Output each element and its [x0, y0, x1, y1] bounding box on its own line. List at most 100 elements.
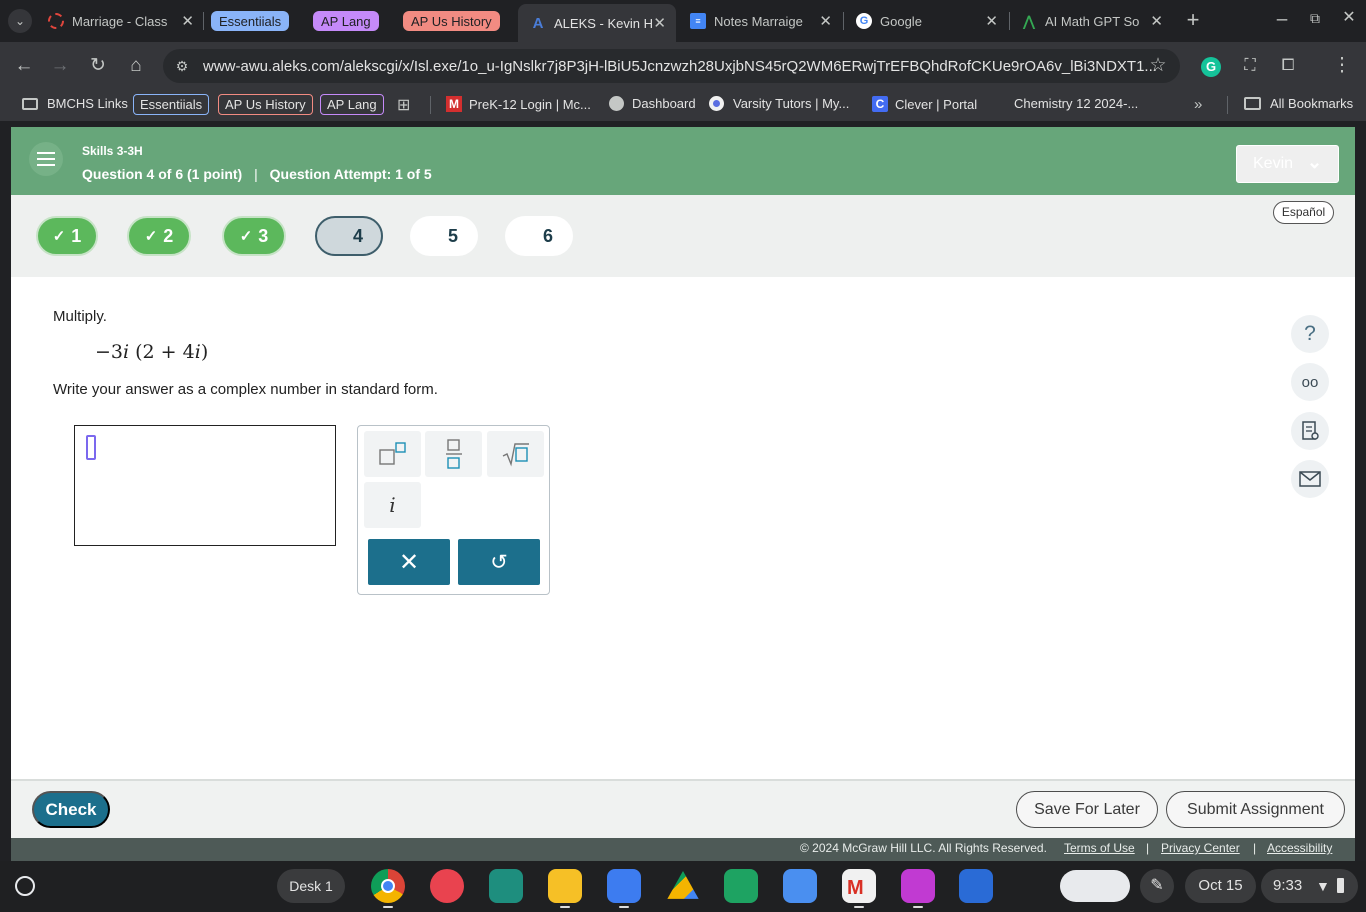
- bookmark-clever[interactable]: C Clever | Portal: [872, 96, 977, 112]
- bookmark-group-ap-us-history[interactable]: AP Us History: [218, 94, 313, 115]
- accessibility-link[interactable]: Accessibility: [1267, 841, 1332, 855]
- question-pill-3[interactable]: ✓ 3: [222, 216, 286, 256]
- apps-grid-icon[interactable]: ⊞: [397, 95, 410, 115]
- reload-icon[interactable]: ↻: [86, 54, 110, 78]
- imaginary-i-key[interactable]: i: [364, 482, 421, 528]
- more-bookmarks-icon[interactable]: »: [1194, 96, 1202, 113]
- exponent-key[interactable]: [364, 431, 421, 477]
- sheets-app-icon[interactable]: [724, 869, 758, 903]
- terms-link[interactable]: Terms of Use: [1064, 841, 1135, 855]
- tab-group-label: Essentiials: [219, 13, 282, 29]
- extension-icon[interactable]: ⛶: [1238, 54, 1262, 78]
- bookmark-folder-bmchs[interactable]: BMCHS Links: [22, 96, 128, 111]
- classroom-app-icon[interactable]: [489, 869, 523, 903]
- clear-button[interactable]: ✕: [368, 539, 450, 585]
- undo-button[interactable]: ↺: [458, 539, 540, 585]
- wifi-icon: ▼: [1316, 878, 1330, 894]
- tab-google[interactable]: G Google ✕: [856, 6, 1000, 36]
- menu-hamburger-icon[interactable]: [29, 142, 63, 176]
- check-button[interactable]: Check: [32, 791, 110, 828]
- extensions-puzzle-icon[interactable]: ⧠: [1276, 54, 1300, 78]
- attempt-info: Question Attempt: 1 of 5: [269, 166, 432, 182]
- browser-menu-icon[interactable]: ⋮: [1330, 54, 1354, 78]
- answer-input[interactable]: [74, 425, 336, 546]
- bookmark-group-essentials[interactable]: Essentiials: [133, 94, 210, 115]
- question-pill-5[interactable]: 5: [410, 216, 478, 256]
- bookmark-separator: [430, 96, 431, 114]
- home-icon[interactable]: ⌂: [124, 54, 148, 78]
- glasses-icon[interactable]: oo: [1291, 363, 1329, 401]
- message-icon[interactable]: [1291, 460, 1329, 498]
- fraction-key[interactable]: [425, 431, 482, 477]
- docs-app-icon[interactable]: [607, 869, 641, 903]
- tab-label: ALEKS - Kevin H: [554, 15, 653, 31]
- mcgraw-m-icon: M: [446, 96, 462, 112]
- tab-search-icon[interactable]: ⌄: [8, 9, 32, 33]
- textbook-svg: [1302, 421, 1319, 440]
- clever-icon: C: [872, 96, 888, 112]
- launcher-icon[interactable]: [15, 876, 35, 896]
- canvas-app-icon[interactable]: [430, 869, 464, 903]
- keep-app-icon[interactable]: [548, 869, 582, 903]
- sqrt-key[interactable]: [487, 431, 544, 477]
- tab-group-ap-us-history[interactable]: AP Us History: [403, 11, 500, 31]
- close-tab-icon[interactable]: ✕: [653, 14, 666, 32]
- back-icon[interactable]: ←: [12, 54, 36, 78]
- bookmark-group-ap-lang[interactable]: AP Lang: [320, 94, 384, 115]
- close-tab-icon[interactable]: ✕: [1150, 12, 1163, 30]
- check-icon: ✓: [239, 228, 253, 245]
- espanol-link[interactable]: Español: [1273, 201, 1334, 224]
- running-indicator: [383, 906, 393, 908]
- tab-marriage[interactable]: Marriage - Class ✕: [48, 6, 196, 36]
- chrome-app-icon[interactable]: [371, 869, 405, 903]
- restore-icon[interactable]: ⧉: [1303, 6, 1327, 30]
- close-tab-icon[interactable]: ✕: [819, 12, 832, 30]
- photo-app-icon[interactable]: [901, 869, 935, 903]
- desk-button[interactable]: Desk 1: [277, 869, 345, 903]
- app-icon[interactable]: [959, 869, 993, 903]
- bookmark-chemistry[interactable]: Chemistry 12 2024-...: [1014, 96, 1138, 111]
- ai-math-favicon-icon: ⋀: [1023, 12, 1035, 29]
- tab-label: AI Math GPT So: [1045, 13, 1140, 29]
- tab-aleks[interactable]: A ALEKS - Kevin H ✕: [518, 4, 676, 42]
- question-pill-1[interactable]: ✓ 1: [36, 216, 98, 256]
- close-window-icon[interactable]: ✕: [1337, 6, 1361, 30]
- close-tab-icon[interactable]: ✕: [181, 12, 194, 30]
- bookmark-prek12[interactable]: M PreK-12 Login | Mc...: [446, 96, 591, 112]
- grammarly-icon[interactable]: G: [1199, 54, 1223, 78]
- stylus-icon[interactable]: ✎: [1140, 869, 1174, 903]
- battery-icon: [1337, 878, 1344, 893]
- question-pill-2[interactable]: ✓ 2: [127, 216, 191, 256]
- bookmark-all-bookmarks[interactable]: All Bookmarks: [1244, 96, 1353, 111]
- tab-separator: [843, 12, 844, 30]
- privacy-link[interactable]: Privacy Center: [1161, 841, 1240, 855]
- question-pill-label: 6: [542, 225, 553, 246]
- bookmark-star-icon[interactable]: ☆: [1146, 54, 1170, 78]
- help-icon[interactable]: ?: [1291, 315, 1329, 353]
- tab-group-ap-lang[interactable]: AP Lang: [313, 11, 379, 31]
- new-tab-icon[interactable]: +: [1181, 8, 1205, 32]
- site-info-icon[interactable]: ⚙: [170, 54, 194, 78]
- status-tray[interactable]: 9:33 ▼: [1261, 869, 1358, 903]
- textbook-icon[interactable]: [1291, 412, 1329, 450]
- question-pill-4[interactable]: 4: [315, 216, 383, 256]
- minimize-icon[interactable]: –: [1270, 8, 1294, 32]
- question-pill-label: 5: [447, 225, 458, 246]
- gmail-app-icon[interactable]: M: [842, 869, 876, 903]
- tab-notes[interactable]: ≡ Notes Marraige ✕: [690, 6, 834, 36]
- files-app-icon[interactable]: [783, 869, 817, 903]
- tab-group-essentials[interactable]: Essentiials: [211, 11, 290, 31]
- question-pill-6[interactable]: 6: [505, 216, 573, 256]
- forward-icon[interactable]: →: [48, 54, 72, 78]
- save-for-later-button[interactable]: Save For Later: [1016, 791, 1158, 828]
- tab-ai-math[interactable]: ⋀ AI Math GPT So ✕: [1021, 6, 1165, 36]
- bookmark-dashboard[interactable]: Dashboard: [609, 96, 696, 111]
- url-text[interactable]: www-awu.aleks.com/alekscgi/x/Isl.exe/1o_…: [203, 58, 1157, 75]
- envelope-svg: [1299, 471, 1321, 487]
- close-tab-icon[interactable]: ✕: [985, 12, 998, 30]
- submit-assignment-button[interactable]: Submit Assignment: [1166, 791, 1345, 828]
- phone-hub-icon[interactable]: [1060, 870, 1130, 902]
- user-menu-button[interactable]: Kevin ⌄: [1236, 145, 1339, 183]
- bookmark-varsity-tutors[interactable]: Varsity Tutors | My...: [709, 96, 849, 111]
- date-display[interactable]: Oct 15: [1185, 869, 1256, 903]
